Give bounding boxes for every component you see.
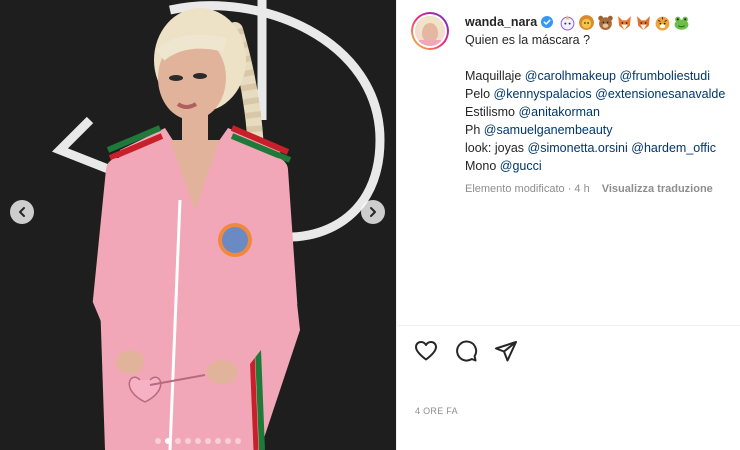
post-media[interactable] (0, 0, 396, 450)
mention-link[interactable]: @kennyspalacios (494, 87, 592, 101)
carousel-dot (185, 438, 191, 444)
chevron-right-icon (370, 207, 376, 217)
mention-link[interactable]: @extensionesanavalde (595, 87, 725, 101)
caption-credit-line: Pelo @kennyspalacios @extensionesanavald… (465, 85, 740, 103)
post-caption: wanda_nara Quien es la máscara ? Maquill… (465, 13, 740, 198)
mention-link[interactable]: @hardem_offic (631, 141, 716, 155)
comment-button[interactable] (453, 338, 479, 364)
credit-label: look: joyas (465, 141, 528, 155)
translate-button[interactable]: Visualizza traduzione (602, 180, 713, 198)
caption-credit-line: look: joyas @simonetta.orsini @hardem_of… (465, 139, 740, 157)
avatar[interactable] (411, 12, 449, 50)
credit-label: Estilismo (465, 105, 519, 119)
username-emojis (559, 14, 690, 31)
fox-emoji (637, 15, 651, 30)
actions-divider (397, 325, 740, 326)
bear-emoji (598, 15, 613, 30)
post-details-panel: wanda_nara Quien es la máscara ? Maquill… (396, 0, 740, 450)
caption-credit-line: Ph @samuelganembeauty (465, 121, 740, 139)
carousel-dot (195, 438, 201, 444)
mention-link[interactable]: @frumboliestudi (619, 69, 710, 83)
edited-label: Elemento modificato · 4 h (465, 183, 590, 195)
carousel-dots (0, 438, 396, 444)
mention-link[interactable]: @anitakorman (518, 105, 599, 119)
mention-link[interactable]: @simonetta.orsini (528, 141, 628, 155)
frog-emoji (674, 16, 689, 30)
carousel-dot (235, 438, 241, 444)
fox-emoji (618, 15, 632, 30)
carousel-dot (175, 438, 181, 444)
post-photo (0, 0, 396, 450)
carousel-dot (215, 438, 221, 444)
caption-credit-line: Maquillaje @carolhmakeup @frumboliestudi (465, 67, 740, 85)
post-timestamp: 4 ORE FA (415, 406, 458, 416)
carousel-prev-button[interactable] (10, 200, 34, 224)
mention-link[interactable]: @carolhmakeup (525, 69, 616, 83)
carousel-dot (205, 438, 211, 444)
carousel-dot (165, 438, 171, 444)
post-actions (413, 338, 519, 364)
credit-label: Ph (465, 123, 484, 137)
profile-picture (415, 16, 445, 46)
username-link[interactable]: wanda_nara (465, 13, 537, 31)
caption-credit-line: Estilismo @anitakorman (465, 103, 740, 121)
heart-icon (415, 341, 437, 361)
credit-label: Mono (465, 159, 500, 173)
send-icon (495, 341, 517, 362)
credit-label: Pelo (465, 87, 494, 101)
chevron-left-icon (19, 207, 25, 217)
comment-icon (456, 340, 478, 362)
caption-first-line: Quien es la máscara ? (465, 33, 591, 47)
carousel-next-button[interactable] (361, 200, 385, 224)
verified-badge-icon (541, 16, 554, 28)
credit-label: Maquillaje (465, 69, 525, 83)
mention-link[interactable]: @samuelganembeauty (484, 123, 613, 137)
caption-credits: Maquillaje @carolhmakeup @frumboliestudi… (465, 67, 740, 175)
like-button[interactable] (413, 338, 439, 364)
share-button[interactable] (493, 338, 519, 364)
carousel-dot (225, 438, 231, 444)
unicorn-emoji (560, 14, 575, 30)
carousel-dot (155, 438, 161, 444)
mention-link[interactable]: @gucci (500, 159, 542, 173)
post-meta: Elemento modificato · 4 h Visualizza tra… (465, 180, 740, 198)
lion-emoji (579, 14, 595, 30)
caption-credit-line: Mono @gucci (465, 157, 740, 175)
tiger-emoji (655, 16, 670, 30)
